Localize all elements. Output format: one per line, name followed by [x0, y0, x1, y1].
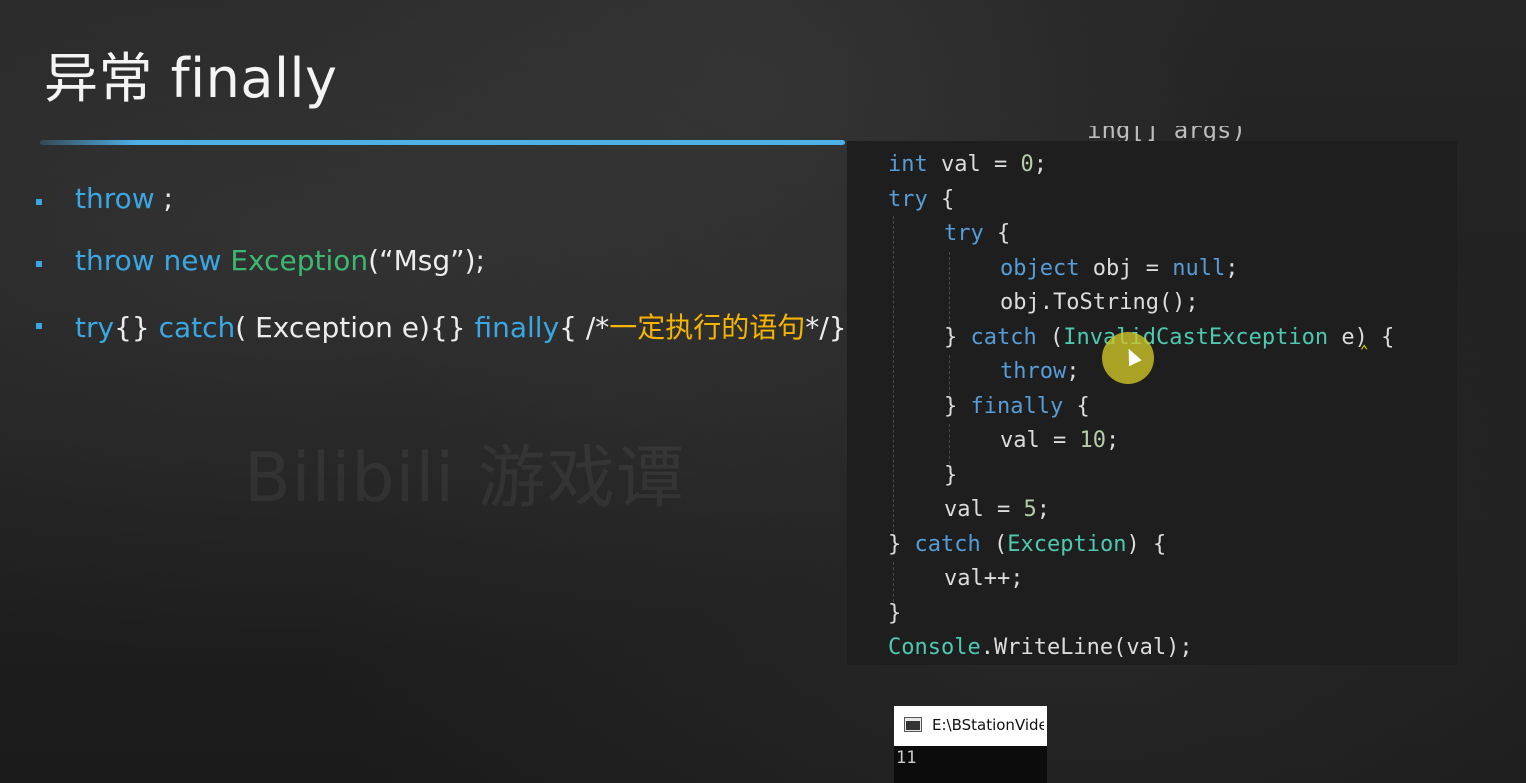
code-token: val++; [944, 566, 1024, 591]
code-token: ; [1105, 428, 1120, 453]
code-token: } [944, 393, 971, 419]
console-output: 11 [896, 748, 917, 768]
code-token: ; [1066, 359, 1080, 384]
code-token: try [944, 221, 984, 246]
code-token: } [944, 462, 958, 488]
bullet-text-part: { /* [559, 311, 610, 344]
bullet-text-part: catch [158, 311, 236, 344]
bullet-text: throw new Exception(“Msg”); [75, 244, 485, 277]
code-token: { [1063, 393, 1090, 419]
watermark: Bilibili 游戏谭 [244, 439, 685, 518]
code-token: Exception [1007, 531, 1127, 557]
console-title: E:\BStationVide [932, 716, 1044, 734]
error-squiggle: ⌃ [1360, 343, 1369, 359]
bullet-marker-icon [36, 323, 42, 329]
bullet-text-part: 一定执行的语句 [609, 311, 806, 344]
code-token: 0 [1020, 152, 1034, 177]
code-token: } [888, 531, 915, 557]
code-line: val++; [888, 562, 1394, 597]
code-token: ) { [1126, 531, 1167, 557]
code-token: } [888, 600, 902, 626]
code-line: obj.ToString(); [888, 286, 1394, 321]
slide-title: 异常 finally [44, 47, 338, 110]
code-token: finally [970, 393, 1064, 419]
code-token: 5 [1023, 497, 1037, 522]
code-line: val = 10; [888, 424, 1394, 459]
bullet-text-part: ( Exception e){} [235, 311, 475, 344]
bullet-text-part: throw [75, 182, 155, 215]
code-line: Console.WriteLine(val); [888, 631, 1394, 666]
bullet-text-part: throw new [75, 244, 231, 277]
bullet-text-part: {} [114, 311, 159, 344]
code-editor[interactable]: int val = 0; try {try {object obj = null;… [888, 148, 1394, 666]
bullet-text-part: (“Msg”); [368, 244, 485, 277]
code-line: } finally { [888, 390, 1394, 425]
code-token: Console [888, 635, 981, 660]
code-token: ; [1225, 255, 1239, 281]
code-clipped-text: ing[] args) [1087, 126, 1246, 142]
code-token: catch [914, 531, 981, 557]
code-token: 10 [1079, 428, 1106, 453]
code-line: val = 5; [888, 493, 1394, 528]
code-token: ( [980, 531, 1008, 557]
bullet-text: try{} catch( Exception e){} finally{ /*一… [75, 306, 847, 346]
code-token: } [944, 324, 971, 350]
code-token: ; [1036, 497, 1050, 522]
code-token: { [927, 186, 955, 212]
code-token: val = [1000, 428, 1080, 453]
bullet-text-part: */} [805, 311, 847, 344]
code-token: catch [970, 324, 1037, 350]
code-line: object obj = null; [888, 252, 1394, 287]
title-underline [40, 140, 845, 145]
bullet-marker-icon [36, 261, 42, 267]
console-window-icon [904, 717, 922, 732]
code-line: } catch (Exception) { [888, 528, 1394, 563]
code-clipped-line: ing[] args) [847, 126, 1307, 142]
code-token: { [983, 221, 1011, 246]
console-window[interactable]: E:\BStationVide 11 [894, 706, 1047, 783]
code-token: try [888, 186, 928, 212]
code-line: } [888, 597, 1394, 632]
code-line: int val = 0; [888, 148, 1394, 183]
console-titlebar[interactable]: E:\BStationVide [894, 706, 1047, 746]
bullet-text-part: Exception [230, 244, 369, 277]
bullet-text-part: try [75, 311, 115, 344]
code-token: obj = [1079, 255, 1173, 281]
bullet-text-part: finally [474, 311, 560, 344]
code-line: } [888, 459, 1394, 494]
code-token: object [1000, 255, 1080, 281]
code-token: InvalidCastException [1063, 324, 1329, 350]
code-token: ( [1036, 324, 1064, 350]
code-token: throw [1000, 359, 1067, 384]
bullet-marker-icon [36, 199, 42, 205]
code-token: val = [927, 152, 1021, 177]
code-token: int [888, 152, 928, 177]
bullet-text: throw ; [75, 182, 173, 215]
code-token: .WriteLine(val); [980, 635, 1193, 660]
code-token: null [1172, 255, 1226, 281]
code-token: val = [944, 497, 1024, 522]
code-token: obj.ToString(); [1000, 290, 1199, 315]
bullet-text-part: ; [154, 182, 173, 215]
code-line: try { [888, 217, 1394, 252]
code-line: try { [888, 183, 1394, 218]
code-token: ; [1033, 152, 1047, 177]
